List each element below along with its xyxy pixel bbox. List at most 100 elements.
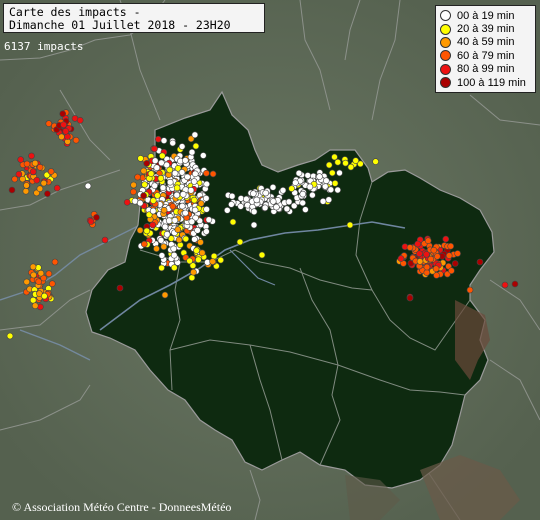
strike-dot bbox=[304, 172, 312, 179]
strike-dot bbox=[6, 332, 14, 340]
strike-dot bbox=[28, 152, 35, 160]
strike-dot bbox=[423, 269, 431, 276]
strike-dot bbox=[228, 201, 235, 208]
strike-dot bbox=[237, 203, 244, 210]
strike-dot bbox=[209, 258, 216, 265]
strike-dot bbox=[41, 292, 48, 300]
strike-dot bbox=[29, 168, 37, 175]
strike-dot bbox=[200, 152, 207, 159]
strike-dot bbox=[262, 189, 270, 197]
strike-dot bbox=[414, 240, 422, 248]
strike-dot bbox=[15, 170, 23, 178]
strike-dot bbox=[178, 143, 186, 150]
strike-dot bbox=[33, 176, 41, 184]
strike-dot bbox=[22, 187, 30, 195]
strike-dot bbox=[423, 251, 430, 258]
strike-dot bbox=[182, 157, 189, 164]
strike-dot bbox=[501, 281, 509, 289]
strike-dot bbox=[236, 238, 244, 246]
strike-dot bbox=[40, 179, 48, 187]
strike-dot bbox=[169, 203, 177, 210]
strike-dot bbox=[203, 180, 210, 188]
strike-dot bbox=[166, 166, 173, 174]
strike-dot bbox=[433, 253, 441, 260]
strike-dot bbox=[285, 198, 293, 206]
strike-dot bbox=[347, 163, 355, 171]
strike-dot bbox=[84, 182, 92, 190]
strike-dot bbox=[158, 252, 166, 259]
strike-dot bbox=[194, 227, 201, 234]
strike-dot bbox=[322, 177, 330, 184]
strike-dot bbox=[325, 196, 333, 203]
strike-dot bbox=[130, 188, 137, 196]
legend-swatch-1 bbox=[440, 23, 451, 35]
strike-dot bbox=[253, 196, 261, 204]
strike-dot bbox=[250, 190, 257, 197]
impact-count: 6137 impacts bbox=[4, 40, 84, 53]
legend-label-1: 20 à 39 min bbox=[457, 23, 515, 36]
strike-dot bbox=[45, 120, 53, 127]
legend-label-5: 100 à 119 min bbox=[457, 76, 526, 89]
strike-dot bbox=[158, 264, 165, 272]
strike-dot bbox=[325, 161, 333, 169]
strike-dot bbox=[250, 221, 258, 229]
strike-dot bbox=[93, 214, 100, 221]
strike-dot bbox=[141, 240, 148, 248]
strike-dot bbox=[283, 205, 291, 213]
strike-dot bbox=[466, 286, 474, 294]
strike-dot bbox=[295, 169, 303, 177]
strike-dot bbox=[23, 182, 30, 189]
strike-dot bbox=[159, 184, 167, 191]
strike-dot bbox=[141, 181, 148, 188]
strike-dot bbox=[62, 128, 70, 135]
strike-dot bbox=[173, 184, 181, 192]
strike-dot bbox=[327, 186, 335, 193]
copyright-credit: © Association Météo Centre - DonneesMété… bbox=[12, 500, 232, 514]
strike-dot bbox=[229, 218, 237, 226]
strike-dot bbox=[342, 159, 349, 167]
strike-dot bbox=[136, 199, 144, 207]
strike-dot bbox=[250, 208, 258, 215]
strike-dot bbox=[149, 207, 157, 215]
legend-item-5: 100 à 119 min bbox=[440, 76, 531, 89]
strike-dot bbox=[192, 142, 200, 150]
strike-dot bbox=[406, 294, 414, 302]
strike-dot bbox=[170, 251, 178, 259]
strike-dot bbox=[159, 152, 166, 160]
strike-dot bbox=[336, 169, 343, 177]
strike-dot bbox=[334, 186, 342, 194]
strike-dot bbox=[448, 267, 455, 275]
strike-dot bbox=[203, 206, 210, 213]
strike-dot bbox=[331, 180, 339, 187]
strike-dot bbox=[269, 184, 277, 191]
strike-dot bbox=[182, 235, 190, 243]
strike-dot bbox=[154, 192, 161, 199]
strike-dot bbox=[299, 199, 307, 207]
strike-dot bbox=[51, 258, 59, 266]
strike-dot bbox=[288, 185, 295, 192]
strike-dot bbox=[416, 258, 424, 265]
strike-dot bbox=[116, 284, 124, 292]
strike-dot bbox=[454, 250, 461, 257]
legend-item-1: 20 à 39 min bbox=[440, 22, 531, 35]
strike-dot bbox=[182, 209, 189, 217]
legend-swatch-5 bbox=[440, 77, 451, 89]
strike-dot bbox=[171, 217, 179, 224]
strike-dot bbox=[191, 196, 198, 204]
strike-dot bbox=[59, 110, 67, 118]
legend-swatch-2 bbox=[440, 36, 451, 48]
strike-dot bbox=[29, 263, 37, 271]
legend-swatch-0 bbox=[440, 10, 451, 22]
strike-dot bbox=[157, 237, 165, 244]
strike-dot bbox=[160, 206, 168, 214]
strike-dot bbox=[319, 198, 327, 205]
strike-dot bbox=[476, 258, 484, 266]
strike-dot bbox=[406, 244, 414, 251]
strike-dot bbox=[269, 198, 277, 205]
strike-dot bbox=[192, 170, 199, 178]
strike-dot bbox=[101, 236, 109, 244]
strike-dot bbox=[130, 181, 137, 189]
strike-dot bbox=[87, 218, 95, 225]
legend-item-3: 60 à 79 min bbox=[440, 49, 531, 62]
strike-dot bbox=[166, 178, 174, 186]
